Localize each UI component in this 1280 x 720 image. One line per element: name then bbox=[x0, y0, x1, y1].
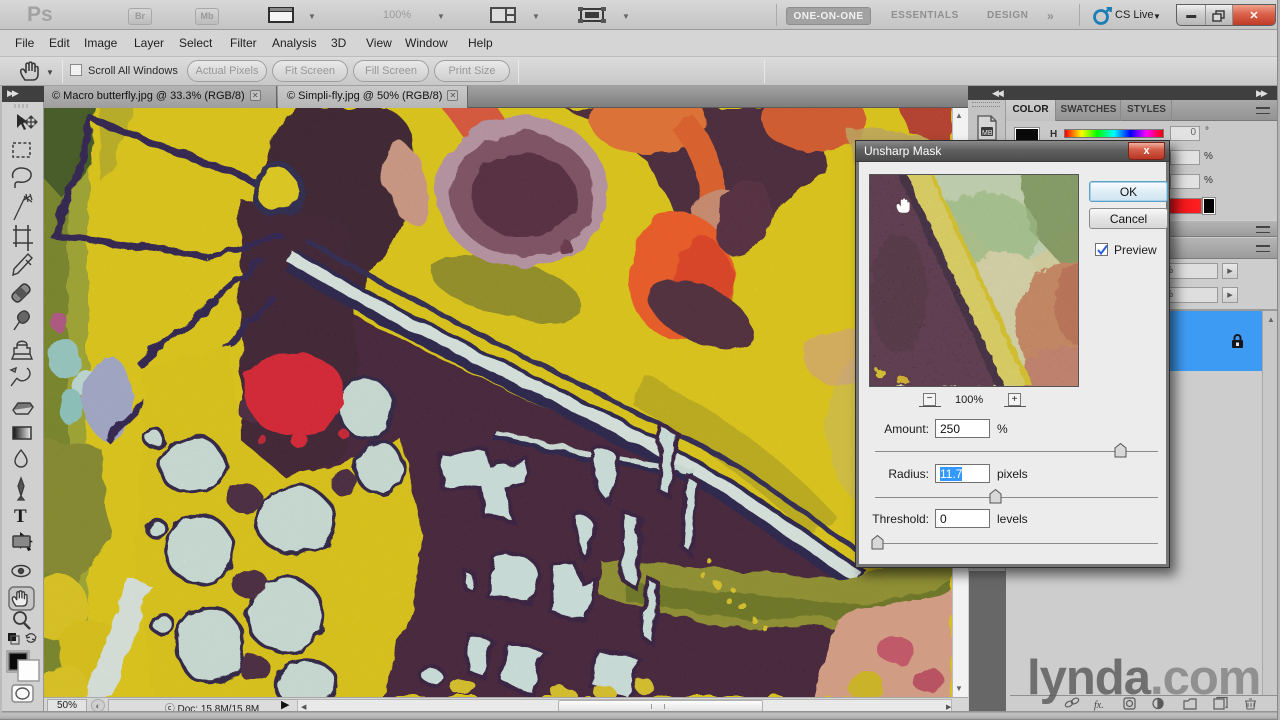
svg-text:MB: MB bbox=[982, 130, 993, 137]
svg-text:T: T bbox=[14, 506, 27, 527]
